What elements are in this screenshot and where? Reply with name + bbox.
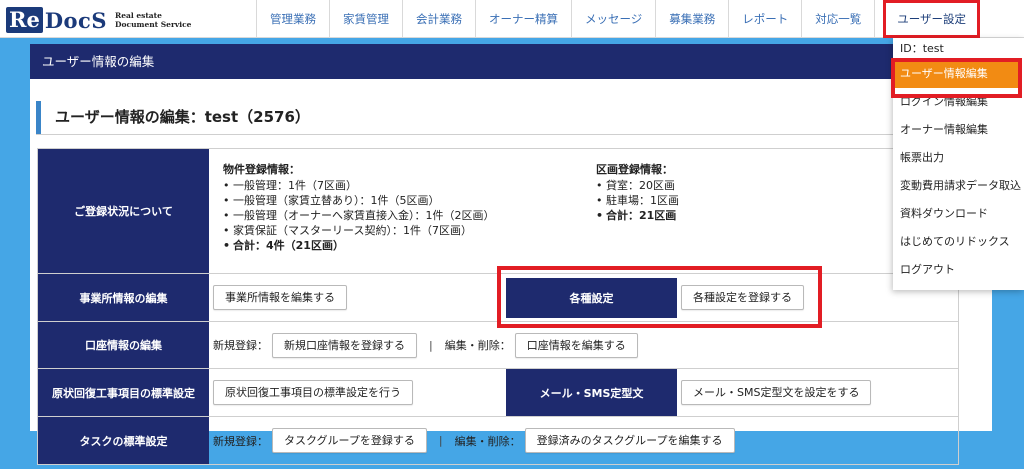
mail-sms-cell: メール・SMS定型文を設定をする bbox=[677, 369, 872, 416]
edit-delete-label: 編集・削除： bbox=[454, 434, 521, 448]
status-heading: ご登録状況について bbox=[38, 149, 209, 273]
menu-item-logout[interactable]: ログアウト bbox=[893, 256, 1024, 284]
section-title: ユーザー情報の編集：test（2576） bbox=[36, 101, 310, 134]
task-heading: タスクの標準設定 bbox=[38, 417, 209, 464]
nav-owner-settlement[interactable]: オーナー精算 bbox=[475, 0, 571, 38]
task-row: タスクの標準設定 新規登録： タスクグループを登録する | 編集・削除： 登録済… bbox=[38, 416, 958, 464]
redocs-logo[interactable]: Re DocS Real estate Document Service bbox=[6, 6, 191, 34]
menu-item-user-info-edit[interactable]: ユーザー情報編集 bbox=[893, 60, 1022, 88]
status-row: ご登録状況について 物件登録情報： 一般管理：1件（7区画） 一般管理（家賃立替… bbox=[38, 149, 958, 273]
edit-task-groups-button[interactable]: 登録済みのタスクグループを編集する bbox=[524, 428, 735, 453]
property-info-title: 物件登録情報： bbox=[223, 163, 300, 176]
menu-item-variable-cost-import[interactable]: 変動費用請求データ取込 bbox=[893, 172, 1024, 200]
menu-item-getting-started[interactable]: はじめてのリドックス bbox=[893, 228, 1024, 256]
nav-management[interactable]: 管理業務 bbox=[256, 0, 329, 38]
account-cell: 新規登録： 新規口座情報を登録する | 編集・削除： 口座情報を編集する bbox=[209, 322, 638, 368]
list-item: 駐車場：1区画 bbox=[596, 193, 679, 208]
restoration-row: 原状回復工事項目の標準設定 原状回復工事項目の標準設定を行う メール・SMS定型… bbox=[38, 368, 958, 416]
separator: | bbox=[429, 338, 433, 352]
edit-office-button[interactable]: 事業所情報を編集する bbox=[213, 285, 347, 310]
property-info: 物件登録情報： 一般管理：1件（7区画） 一般管理（家賃立替あり）：1件（5区画… bbox=[223, 161, 596, 253]
status-content: 物件登録情報： 一般管理：1件（7区画） 一般管理（家賃立替あり）：1件（5区画… bbox=[209, 149, 679, 273]
menu-item-owner-info-edit[interactable]: オーナー情報編集 bbox=[893, 116, 1024, 144]
restoration-settings-button[interactable]: 原状回復工事項目の標準設定を行う bbox=[213, 380, 413, 405]
register-account-button[interactable]: 新規口座情報を登録する bbox=[272, 332, 417, 358]
list-item: 家賃保証（マスターリース契約）：1件（7区画） bbox=[223, 223, 596, 238]
register-settings-button[interactable]: 各種設定を登録する bbox=[681, 285, 804, 310]
nav-rent[interactable]: 家賃管理 bbox=[329, 0, 402, 38]
logo-mark-docs: DocS bbox=[44, 7, 107, 33]
new-registration-label: 新規登録： bbox=[213, 339, 268, 352]
list-item: 貸室：20区画 bbox=[596, 178, 679, 193]
logo-tagline: Real estate Document Service bbox=[115, 11, 191, 29]
menu-item-form-output[interactable]: 帳票出力 bbox=[893, 144, 1024, 172]
settings-cell: 各種設定を登録する bbox=[677, 274, 804, 321]
nav-responses[interactable]: 対応一覧 bbox=[801, 0, 876, 38]
top-navigation-bar: Re DocS Real estate Document Service 管理業… bbox=[0, 0, 1024, 38]
property-info-list: 一般管理：1件（7区画） 一般管理（家賃立替あり）：1件（5区画） 一般管理（オ… bbox=[223, 178, 596, 253]
section-divider bbox=[36, 134, 956, 135]
office-row: 事業所情報の編集 事業所情報を編集する 各種設定 各種設定を登録する bbox=[38, 273, 958, 321]
mail-sms-settings-button[interactable]: メール・SMS定型文を設定をする bbox=[681, 380, 872, 405]
task-cell: 新規登録： タスクグループを登録する | 編集・削除： 登録済みのタスクグループ… bbox=[209, 417, 735, 464]
nav-messages[interactable]: メッセージ bbox=[571, 0, 655, 38]
nav-reports[interactable]: レポート bbox=[728, 0, 801, 38]
account-heading: 口座情報の編集 bbox=[38, 322, 209, 368]
logo-tagline-2: Document Service bbox=[115, 20, 192, 29]
edit-delete-label: 編集・削除： bbox=[444, 339, 511, 352]
restoration-heading: 原状回復工事項目の標準設定 bbox=[38, 369, 209, 416]
office-cell: 事業所情報を編集する bbox=[209, 274, 506, 321]
edit-account-button[interactable]: 口座情報を編集する bbox=[514, 332, 638, 358]
property-total: 合計：4件（21区画） bbox=[223, 238, 596, 253]
unit-info: 区画登録情報： 貸室：20区画 駐車場：1区画 合計：21区画 bbox=[596, 161, 679, 223]
user-settings-dropdown: ID：test ユーザー情報編集 ログイン情報編集 オーナー情報編集 帳票出力 … bbox=[893, 38, 1024, 290]
list-item: 一般管理（オーナーへ家賃直接入金）：1件（2区画） bbox=[223, 208, 596, 223]
nav-recruitment[interactable]: 募集業務 bbox=[655, 0, 728, 38]
office-heading: 事業所情報の編集 bbox=[38, 274, 209, 321]
account-row: 口座情報の編集 新規登録： 新規口座情報を登録する | 編集・削除： 口座情報を… bbox=[38, 321, 958, 368]
list-item: 一般管理（家賃立替あり）：1件（5区画） bbox=[223, 193, 596, 208]
separator: | bbox=[438, 434, 443, 447]
logo-mark-re: Re bbox=[6, 7, 43, 33]
menu-item-login-info-edit[interactable]: ログイン情報編集 bbox=[893, 88, 1024, 116]
user-id-label: ID：test bbox=[900, 42, 944, 55]
unit-total: 合計：21区画 bbox=[596, 208, 679, 223]
settings-heading: 各種設定 bbox=[506, 278, 677, 318]
page-title: ユーザー情報の編集 bbox=[30, 44, 895, 79]
settings-table: ご登録状況について 物件登録情報： 一般管理：1件（7区画） 一般管理（家賃立替… bbox=[37, 148, 959, 465]
register-task-group-button[interactable]: タスクグループを登録する bbox=[272, 428, 427, 453]
unit-info-title: 区画登録情報： bbox=[596, 163, 673, 176]
new-registration-label: 新規登録： bbox=[213, 434, 268, 448]
menu-item-document-download[interactable]: 資料ダウンロード bbox=[893, 200, 1024, 228]
logo-tagline-1: Real estate bbox=[115, 11, 162, 20]
nav-accounting[interactable]: 会計業務 bbox=[402, 0, 475, 38]
list-item: 一般管理：1件（7区画） bbox=[223, 178, 596, 193]
main-nav: 管理業務 家賃管理 会計業務 オーナー精算 メッセージ 募集業務 レポート 対応… bbox=[256, 0, 981, 38]
nav-user-settings[interactable]: ユーザー設定 bbox=[883, 0, 981, 38]
unit-info-list: 貸室：20区画 駐車場：1区画 合計：21区画 bbox=[596, 178, 679, 223]
restoration-cell: 原状回復工事項目の標準設定を行う bbox=[209, 369, 506, 416]
mail-sms-heading: メール・SMS定型文 bbox=[506, 369, 677, 416]
